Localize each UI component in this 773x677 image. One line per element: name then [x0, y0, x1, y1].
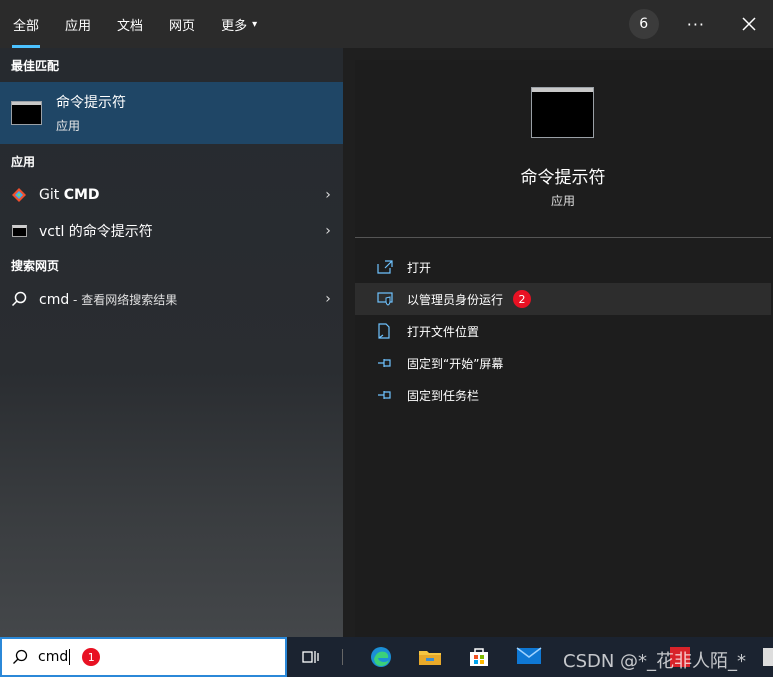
action-label: 打开文件位置: [407, 324, 480, 339]
start-search-window: 全部 应用 文档 网页 更多 ▾ 6 ··· 最佳匹配 命令提示符 应用 应用: [0, 0, 773, 677]
text-cursor: [69, 649, 71, 665]
best-match-subtitle: 应用: [56, 119, 81, 133]
app-result-label: Git CMD: [39, 187, 313, 203]
pin-icon: [377, 357, 395, 369]
preview-pane: 命令提示符 应用 打开 以管理员身份运行 2 打开文件位置 固定到“开始”屏幕 …: [355, 60, 773, 637]
chevron-down-icon: ▾: [252, 18, 258, 30]
web-search-header: 搜索网页: [11, 258, 60, 273]
open-icon: [377, 260, 395, 274]
cmd-icon: [531, 87, 594, 138]
search-icon: [12, 649, 28, 665]
git-icon: [11, 187, 27, 203]
best-match-header: 最佳匹配: [11, 58, 60, 73]
action-run-as-admin[interactable]: 以管理员身份运行 2: [355, 283, 771, 315]
app-partial-icon[interactable]: [762, 645, 773, 669]
file-explorer-icon[interactable]: [418, 645, 444, 669]
close-button[interactable]: [729, 0, 769, 48]
task-view-icon[interactable]: [300, 645, 326, 669]
tab-web[interactable]: 网页: [156, 0, 208, 48]
best-match-item[interactable]: 命令提示符 应用: [0, 82, 343, 144]
points-count: 6: [639, 16, 649, 32]
step-badge: 2: [513, 290, 532, 308]
step-badge: 1: [82, 648, 101, 666]
app-name: Git: [39, 187, 64, 203]
tab-all[interactable]: 全部: [0, 0, 52, 48]
close-icon: [742, 17, 756, 31]
action-label: 以管理员身份运行: [407, 292, 504, 307]
action-pin-to-start[interactable]: 固定到“开始”屏幕: [355, 347, 771, 379]
search-icon: [11, 291, 27, 307]
store-icon[interactable]: [467, 645, 493, 669]
file-location-icon: [377, 323, 395, 339]
divider: [355, 237, 771, 238]
search-term: cmd: [39, 291, 70, 308]
tab-documents[interactable]: 文档: [104, 0, 156, 48]
search-hint: - 查看网络搜索结果: [69, 292, 178, 307]
preview-title: 命令提示符: [520, 168, 606, 188]
search-scope-tabs: 全部 应用 文档 网页 更多 ▾ 6 ···: [0, 0, 773, 48]
app-result-vctl-cmd[interactable]: vctl 的命令提示符 ›: [0, 214, 343, 248]
search-query: cmd: [38, 649, 69, 665]
tab-label: 更多: [221, 18, 248, 34]
action-open-file-location[interactable]: 打开文件位置: [355, 315, 771, 347]
action-label: 固定到任务栏: [407, 388, 480, 403]
tab-apps[interactable]: 应用: [52, 0, 104, 48]
cmd-icon: [11, 101, 42, 125]
chevron-right-icon[interactable]: ›: [313, 223, 343, 239]
apps-header: 应用: [11, 154, 36, 169]
tab-label: 文档: [117, 18, 144, 34]
shield-icon: [377, 292, 395, 306]
best-match-title: 命令提示符: [56, 95, 126, 111]
tab-label: 网页: [169, 18, 196, 34]
web-search-result[interactable]: cmd - 查看网络搜索结果 ›: [0, 282, 343, 316]
tab-more[interactable]: 更多 ▾: [208, 0, 270, 48]
preview-subtitle: 应用: [550, 194, 575, 208]
rewards-points-badge[interactable]: 6: [628, 9, 659, 39]
app-result-label: vctl 的命令提示符: [39, 224, 153, 240]
web-search-label: cmd - 查看网络搜索结果: [39, 291, 313, 308]
pin-icon: [377, 389, 395, 401]
more-options-icon[interactable]: ···: [687, 15, 705, 34]
action-label: 打开: [407, 260, 432, 275]
taskbar-divider: [342, 649, 343, 665]
cmd-icon: [11, 223, 27, 239]
chevron-right-icon[interactable]: ›: [313, 291, 343, 307]
tab-label: 应用: [65, 18, 92, 34]
action-open[interactable]: 打开: [355, 251, 771, 283]
chevron-right-icon[interactable]: ›: [313, 187, 343, 203]
top-right-controls: 6 ···: [628, 0, 773, 48]
more-options-label: ···: [686, 14, 705, 34]
results-list: 最佳匹配 命令提示符 应用 应用 Git CMD › vctl 的命令提示符 ›…: [0, 48, 343, 637]
app-result-git-cmd[interactable]: Git CMD ›: [0, 178, 343, 212]
action-label: 固定到“开始”屏幕: [407, 356, 504, 371]
match-highlight: CMD: [63, 187, 100, 203]
tab-label: 全部: [13, 18, 40, 34]
edge-icon[interactable]: [369, 645, 395, 669]
taskbar-search-input[interactable]: cmd 1: [0, 637, 287, 677]
action-pin-to-taskbar[interactable]: 固定到任务栏: [355, 379, 771, 411]
watermark-text: CSDN @*_花非人陌_*: [563, 651, 747, 672]
mail-icon[interactable]: [516, 645, 542, 669]
